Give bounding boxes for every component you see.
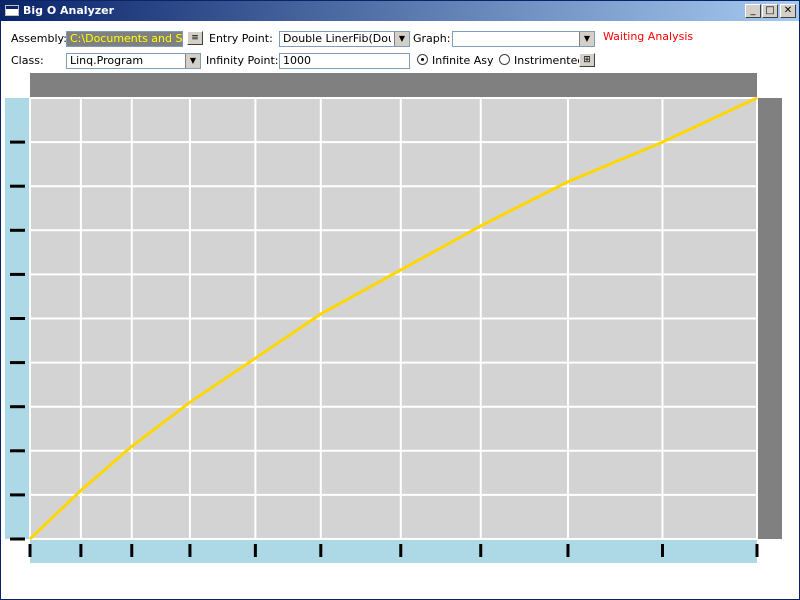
plot-header-bar (30, 73, 757, 98)
complexity-chart (5, 73, 782, 563)
x-axis-band (30, 539, 757, 563)
app-window: Big O Analyzer _ □ ✕ Assembly: C:\Docume… (0, 0, 800, 600)
plot-right-bar (757, 98, 782, 539)
